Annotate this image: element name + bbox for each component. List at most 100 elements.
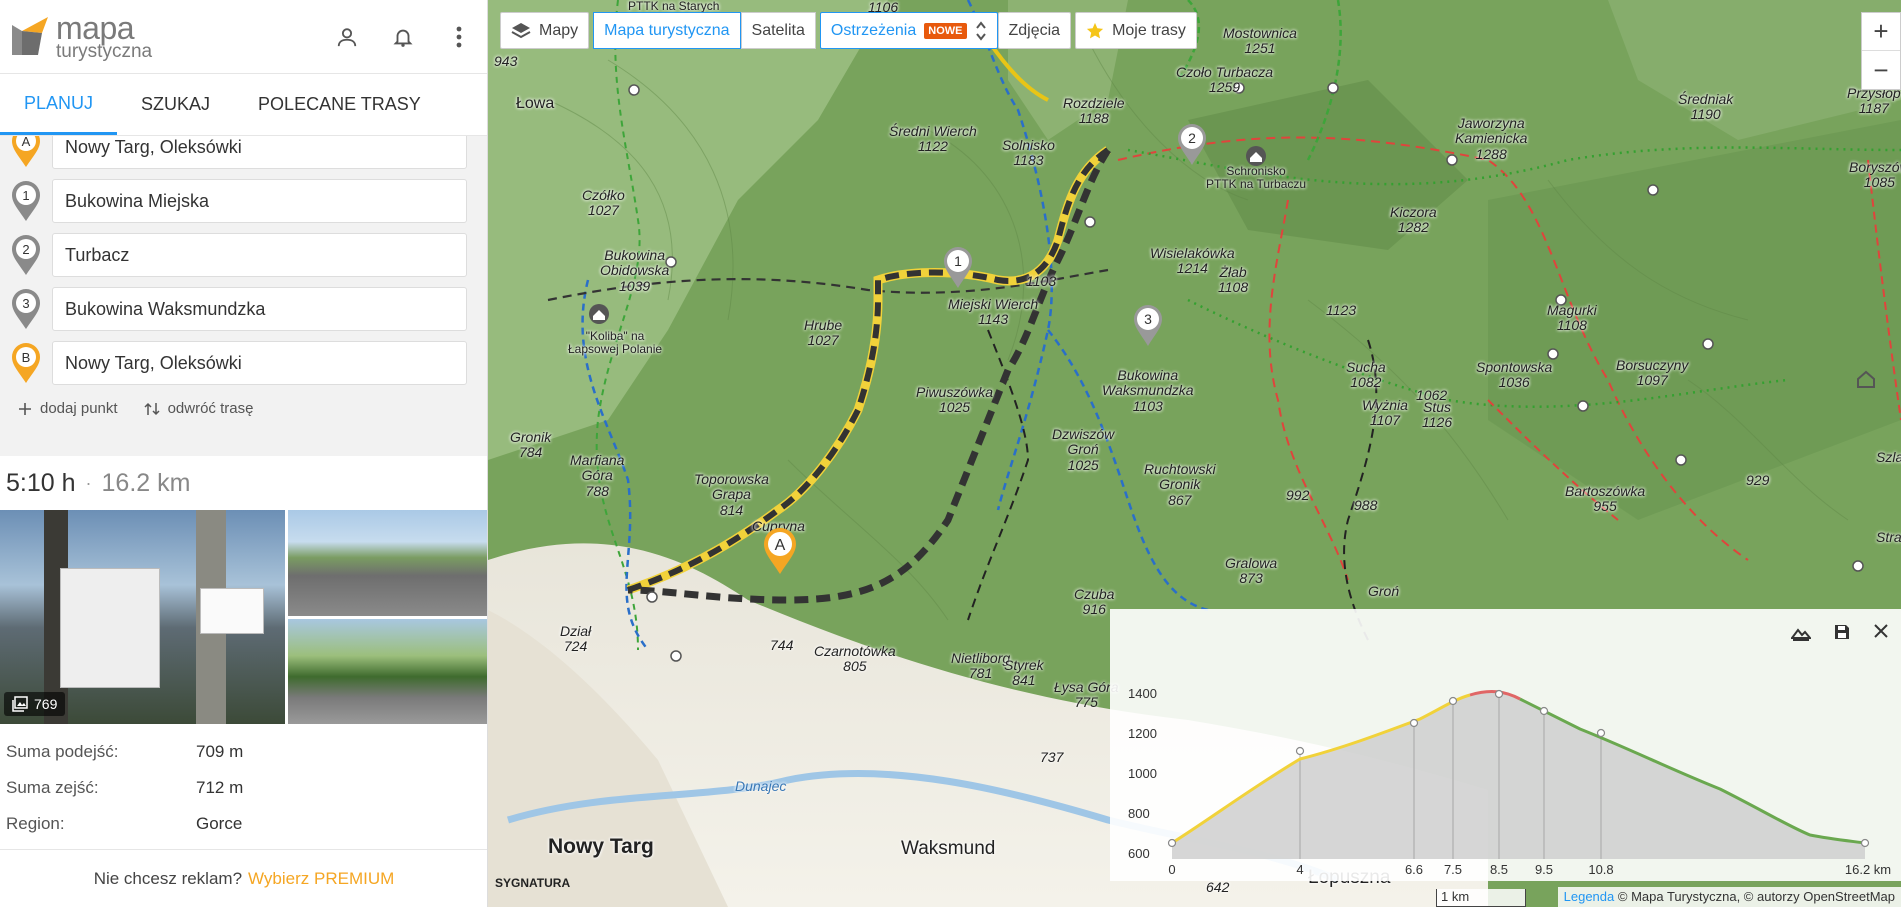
stat-value: 709 m (196, 742, 244, 761)
more-menu-icon[interactable] (447, 25, 471, 49)
map-label: 992 (1286, 487, 1310, 503)
collapse-sidebar-button[interactable] (487, 74, 488, 136)
map-label: Łowa (516, 95, 555, 112)
x-tick-label: 0 (1168, 862, 1175, 877)
pin-orange-icon[interactable]: A (8, 136, 44, 169)
waypoint-row: B Nowy Targ, Oleksówki (8, 336, 467, 390)
zoom-out-button[interactable]: − (1862, 51, 1900, 89)
map-label: 737 (1040, 749, 1064, 765)
maps-button[interactable]: Mapy (500, 12, 590, 49)
maps-label: Mapy (539, 21, 579, 39)
town-label: Waksmund (901, 838, 996, 859)
sidebar: mapa turystyczna PLANUJ SZUKAJ POLECANE … (0, 0, 488, 907)
warnings-button[interactable]: Ostrzeżenia NOWE (819, 12, 998, 49)
map-label: Stus 1126 (1422, 399, 1453, 431)
reverse-route-button[interactable]: odwróć trasę (144, 400, 253, 417)
tab-plan[interactable]: PLANUJ (0, 74, 118, 135)
map-label: 744 (770, 637, 794, 653)
map-scale: 1 km (1436, 889, 1526, 907)
waypoint-marker-label: 3 (22, 296, 29, 311)
logo[interactable]: mapa turystyczna (8, 12, 152, 61)
route-marker-label: A (775, 537, 786, 554)
map-label: Dzwiszów Groń 1025 (1052, 426, 1115, 473)
map-label: Borsuczyny 1097 (1616, 357, 1689, 389)
map-label: Boryszów1085 (1849, 159, 1901, 191)
route-marker-label: 2 (1188, 130, 1196, 146)
tourist-map-button[interactable]: Mapa turystyczna (593, 12, 741, 49)
route-marker-1[interactable]: 1 (940, 244, 976, 295)
map-label: Dział 724 (560, 623, 592, 655)
stat-row: Suma podejść: 709 m (6, 734, 481, 770)
tab-search[interactable]: SZUKAJ (117, 74, 234, 135)
x-tick-label: 8.5 (1490, 862, 1508, 877)
legend-link[interactable]: Legenda (1564, 889, 1615, 904)
shelter-icon[interactable] (588, 303, 610, 330)
map-label: Szla (1876, 449, 1901, 465)
logo-text-primary: mapa (56, 10, 135, 46)
elevation-chart[interactable]: 1400 1200 1000 800 600 0 4 6.6 7.5 8.5 9… (1110, 609, 1901, 881)
map-label: Magurki 1108 (1547, 302, 1597, 334)
waypoint-row: 2 Turbacz (8, 228, 467, 282)
add-point-button[interactable]: dodaj punkt (18, 400, 118, 417)
logo-text-secondary: turystyczna (56, 41, 153, 62)
road-photo[interactable] (288, 510, 487, 616)
house-icon (1856, 370, 1876, 393)
premium-link[interactable]: Wybierz PREMIUM (248, 869, 394, 889)
waypoint-input[interactable]: Nowy Targ, Oleksówki (52, 341, 467, 385)
photos-button[interactable]: Zdjęcia (997, 12, 1072, 49)
stat-value: 712 m (196, 778, 244, 797)
waypoint-marker-label: 2 (22, 242, 29, 257)
bell-icon[interactable] (391, 25, 415, 49)
map-label: Łysa Góra 775 (1054, 679, 1119, 711)
save-icon[interactable] (1833, 623, 1851, 641)
pin-grey-icon[interactable]: 2 (8, 233, 44, 277)
x-tick-label: 4 (1296, 862, 1303, 877)
route-marker-label: 3 (1144, 311, 1152, 327)
waypoint-input[interactable]: Bukowina Waksmundzka (52, 287, 467, 331)
map-label: Rozdziele 1188 (1063, 95, 1125, 127)
map-label: "Koliba" na Łapsowej Polanie (568, 329, 663, 357)
waypoint-input[interactable]: Turbacz (52, 233, 467, 277)
pin-grey-icon[interactable]: 1 (8, 179, 44, 223)
map-label: Hrube 1027 (804, 317, 843, 349)
trail-sign-photo[interactable]: 769 (0, 510, 286, 724)
logo-mark-icon (8, 15, 52, 59)
terrain-icon[interactable] (1791, 623, 1811, 641)
layers-icon (511, 22, 531, 38)
user-icon[interactable] (335, 25, 359, 49)
waypoint-input[interactable]: Nowy Targ, Oleksówki (52, 136, 467, 169)
satellite-button[interactable]: Satelita (740, 12, 816, 49)
my-routes-button[interactable]: Moje trasy (1075, 12, 1197, 49)
waypoint-input[interactable]: Bukowina Miejska (52, 179, 467, 223)
map-label: Czółko 1027 (582, 187, 625, 219)
zoom-control: + − (1861, 12, 1901, 90)
close-icon[interactable] (1873, 623, 1889, 641)
map-label: 929 (1746, 472, 1770, 488)
zoom-in-button[interactable]: + (1862, 13, 1900, 51)
photo-count-badge[interactable]: 769 (4, 692, 66, 716)
route-marker-3[interactable]: 3 (1130, 302, 1166, 353)
map-label: Kiczora 1282 (1390, 204, 1437, 236)
waypoint-marker-label: A (22, 136, 31, 149)
add-point-label: dodaj punkt (40, 400, 118, 417)
y-tick-label: 800 (1128, 806, 1150, 821)
y-tick-label: 1400 (1128, 686, 1157, 701)
x-tick-label: 6.6 (1405, 862, 1423, 877)
bus-stop-photo[interactable] (288, 619, 487, 724)
attribution-text: © Mapa Turystyczna, © autorzy OpenStreet… (1617, 889, 1895, 904)
pin-grey-icon[interactable]: 3 (8, 287, 44, 331)
elevation-profile: 1400 1200 1000 800 600 0 4 6.6 7.5 8.5 9… (1110, 609, 1901, 881)
map-label: Wyżnia 1107 (1362, 397, 1408, 429)
x-tick-label: 10.8 (1588, 862, 1613, 877)
pin-orange-icon[interactable]: B (8, 341, 44, 385)
route-marker-label: 1 (954, 253, 962, 269)
map-label: Średni Wierch 1122 (889, 123, 977, 155)
route-marker-start[interactable]: A (760, 526, 800, 581)
warnings-label: Ostrzeżenia (830, 21, 917, 39)
tab-recommended[interactable]: POLECANE TRASY (234, 74, 445, 135)
route-marker-2[interactable]: 2 (1174, 121, 1210, 172)
photo-gallery: 769 (0, 510, 487, 724)
stat-row: Region: Gorce (6, 806, 481, 842)
map-label: Średniak 1190 (1678, 91, 1734, 123)
waypoint-row: 3 Bukowina Waksmundzka (8, 282, 467, 336)
